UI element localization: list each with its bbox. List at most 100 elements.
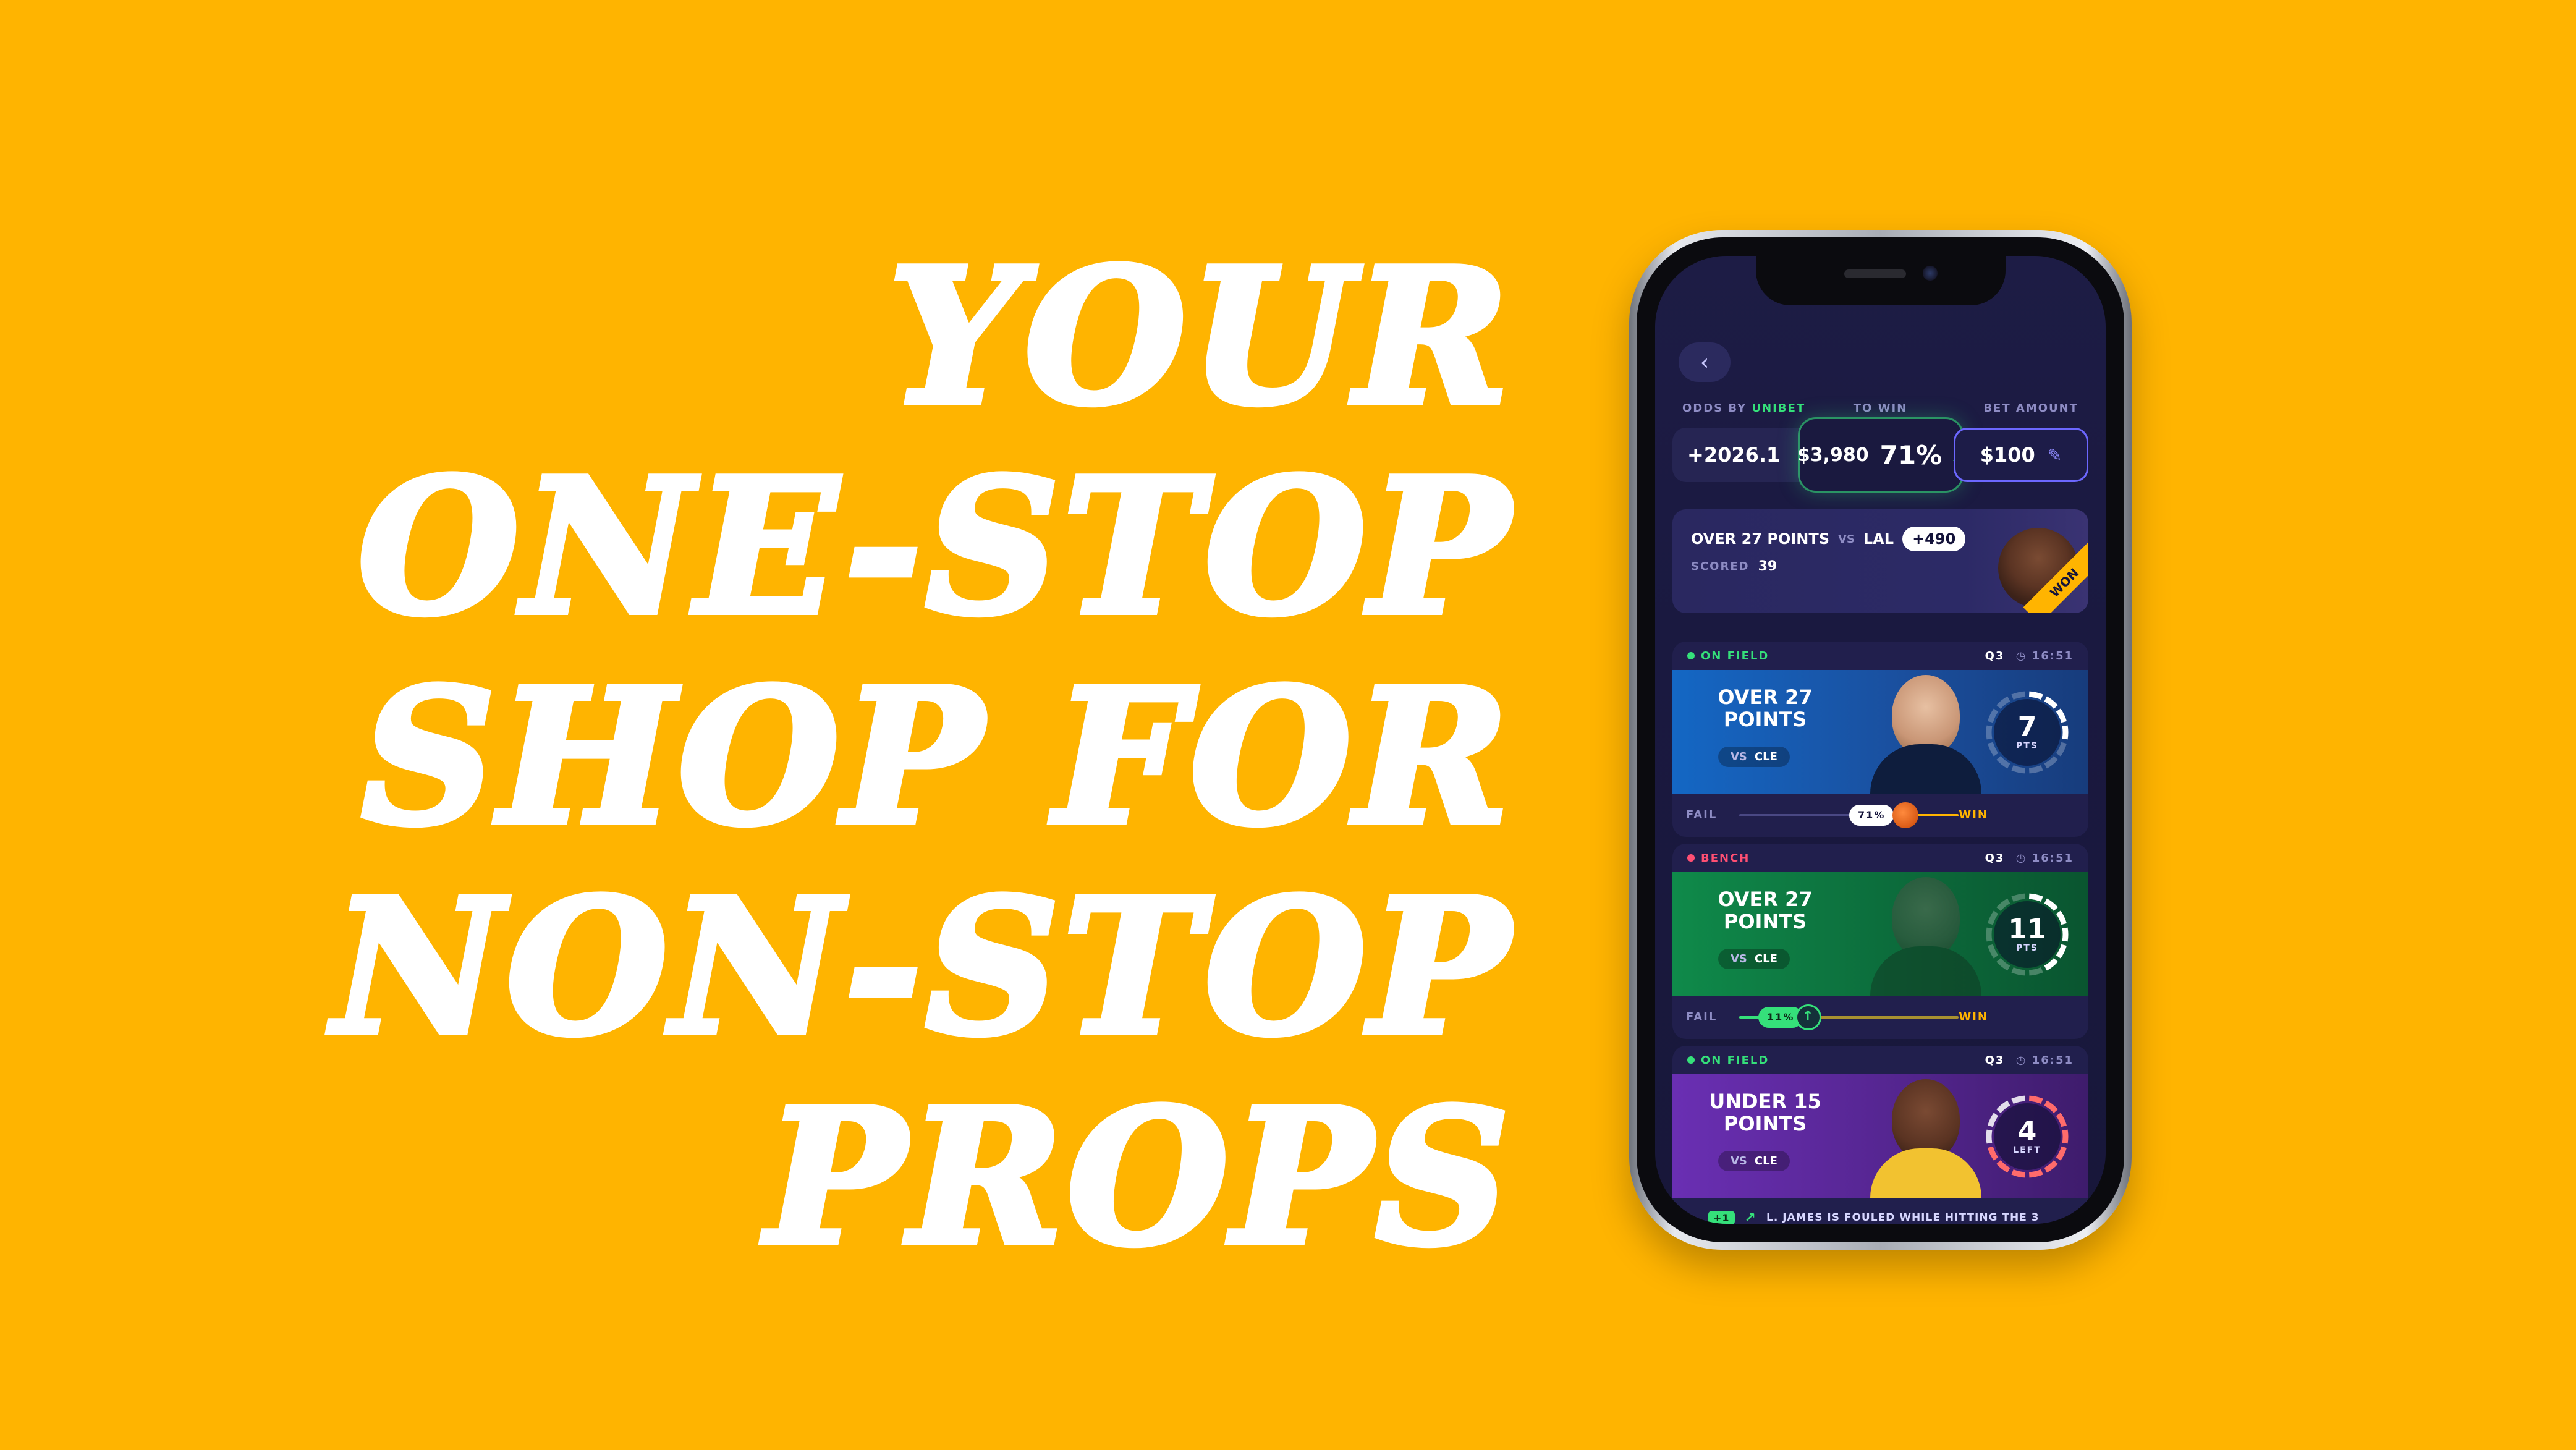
gauge-value: 11: [2008, 914, 2046, 945]
status-dot: [1687, 652, 1695, 659]
clock-icon: ◷: [2015, 1053, 2027, 1067]
prop-title-line-1: OVER 27: [1718, 888, 1813, 911]
vs-label: VS: [1731, 1155, 1747, 1168]
time-label: 16:51: [2032, 1053, 2074, 1067]
points-gauge: 7 PTS: [1982, 687, 2072, 778]
points-gauge: 11 PTS: [1982, 889, 2072, 980]
prop-title-line-2: POINTS: [1723, 910, 1807, 933]
prop-card[interactable]: ON FIELD Q3 ◷ 16:51 UNDER 15 POINTS VS C…: [1672, 1046, 2088, 1224]
headline-line-2: ONE-STOP: [355, 438, 1513, 656]
status-label: ON FIELD: [1701, 1053, 1769, 1067]
status-label: ON FIELD: [1701, 649, 1769, 663]
vs-label: VS: [1731, 952, 1747, 965]
to-win-amount: $3,980: [1797, 444, 1869, 466]
player-head: [1892, 675, 1960, 755]
player-jersey: [1870, 1148, 1981, 1198]
player-photo: [1864, 872, 1988, 996]
odds-label-prefix: ODDS BY: [1682, 402, 1747, 415]
prop-title: UNDER 15 POINTS: [1703, 1090, 1827, 1135]
prop-title: OVER 27 POINTS: [1703, 686, 1827, 731]
prop-title-line-2: POINTS: [1723, 1112, 1807, 1135]
phone-screen: ‹ ODDS BY UNIBET TO WIN BET AMOUNT +2026…: [1655, 256, 2106, 1224]
opponent-label: CLE: [1754, 750, 1777, 763]
won-prop-card[interactable]: OVER 27 POINTS VS LAL +490 SCORED 39 WON: [1672, 509, 2088, 613]
opponent-pill: VS CLE: [1718, 747, 1790, 767]
prop-card-header: ON FIELD Q3 ◷ 16:51: [1672, 642, 2088, 670]
win-label: WIN: [1959, 1011, 1988, 1024]
gauge-readout: 11 PTS: [1982, 889, 2072, 980]
status-dot: [1687, 854, 1695, 862]
period-label: Q3: [1985, 649, 2005, 663]
clock-icon: ◷: [2015, 851, 2027, 865]
status-label: BENCH: [1701, 851, 1750, 865]
gauge-unit: PTS: [2016, 943, 2038, 953]
prop-title-line-2: POINTS: [1723, 708, 1807, 731]
probability-pill: 71%: [1849, 805, 1894, 826]
gauge-unit: LEFT: [2013, 1145, 2041, 1155]
player-head: [1892, 1079, 1960, 1160]
player-head: [1892, 877, 1960, 957]
chevron-left-icon: ‹: [1700, 349, 1710, 375]
time-label: 16:51: [2032, 851, 2074, 865]
to-win-percent: 71%: [1879, 439, 1943, 470]
game-clock: Q3 ◷ 16:51: [1985, 1054, 2074, 1067]
phone-notch: [1755, 256, 2006, 305]
odds-header-labels: ODDS BY UNIBET TO WIN BET AMOUNT: [1682, 402, 2078, 415]
clock-icon: ◷: [2015, 649, 2027, 663]
gauge-value: 7: [2017, 711, 2037, 743]
headline-line-4: NON-STOP: [330, 858, 1513, 1076]
player-jersey: [1870, 744, 1981, 794]
opponent-label: CLE: [1754, 1155, 1777, 1168]
feed-tag: +1: [1708, 1210, 1735, 1224]
odds-label: ODDS BY UNIBET: [1682, 402, 1805, 415]
game-clock: Q3 ◷ 16:51: [1985, 852, 2074, 865]
prop-title-line-1: OVER 27: [1718, 685, 1813, 709]
prop-card-header: ON FIELD Q3 ◷ 16:51: [1672, 1046, 2088, 1074]
odds-brand: UNIBET: [1752, 402, 1806, 415]
fail-label: FAIL: [1686, 1011, 1718, 1024]
prop-card-body: OVER 27 POINTS VS CLE 11 PTS: [1672, 872, 2088, 996]
headline-line-1: YOUR: [886, 227, 1513, 446]
arrow-up-icon: ↑: [1795, 1004, 1822, 1030]
vs-label: VS: [1731, 750, 1747, 763]
prop-card[interactable]: BENCH Q3 ◷ 16:51 OVER 27 POINTS VS CLE 1…: [1672, 844, 2088, 1039]
headline-line-3: SHOP FOR: [358, 648, 1513, 866]
to-win-label: TO WIN: [1853, 402, 1908, 415]
prop-card-body: OVER 27 POINTS VS CLE 7 PTS: [1672, 670, 2088, 794]
won-vs-label: VS: [1837, 532, 1855, 546]
phone-frame: ‹ ODDS BY UNIBET TO WIN BET AMOUNT +2026…: [1629, 230, 2132, 1250]
win-label: WIN: [1959, 808, 1988, 821]
player-status: BENCH: [1687, 852, 1750, 865]
probability-track: FAIL 71% WIN: [1672, 794, 2088, 837]
scored-label: SCORED: [1691, 560, 1750, 573]
player-status: ON FIELD: [1687, 1054, 1769, 1067]
period-label: Q3: [1985, 1053, 2005, 1067]
period-label: Q3: [1985, 851, 2005, 865]
trend-up-icon: ↗: [1744, 1210, 1756, 1224]
headline: YOUR ONE-STOP SHOP FOR NON-STOP PROPS: [330, 227, 1513, 1286]
won-odds-badge: +490: [1902, 527, 1966, 551]
bet-amount-field[interactable]: $100 ✎: [1954, 428, 2088, 482]
probability-track: FAIL 11% ↑ WIN: [1672, 996, 2088, 1039]
player-photo: [1864, 670, 1988, 794]
prop-card[interactable]: ON FIELD Q3 ◷ 16:51 OVER 27 POINTS VS CL…: [1672, 642, 2088, 837]
odds-value: +2026.1: [1687, 443, 1781, 467]
prop-card-header: BENCH Q3 ◷ 16:51: [1672, 844, 2088, 872]
odds-bar: +2026.1 $3,980 71% ▲ $100 ✎: [1672, 419, 2088, 491]
points-gauge: 4 LEFT: [1982, 1092, 2072, 1182]
play-feed: +1 ↗ L. JAMES IS FOULED WHILE HITTING TH…: [1672, 1198, 2088, 1224]
pencil-icon: ✎: [2047, 444, 2062, 465]
bet-amount-label: BET AMOUNT: [1983, 402, 2078, 415]
front-camera: [1922, 266, 1938, 281]
status-dot: [1687, 1056, 1695, 1064]
basketball-icon: [1892, 802, 1919, 828]
back-button[interactable]: ‹: [1679, 342, 1731, 382]
player-jersey: [1870, 946, 1981, 996]
won-opponent: LAL: [1863, 530, 1894, 548]
prop-title-line-1: UNDER 15: [1709, 1090, 1821, 1113]
gauge-readout: 4 LEFT: [1982, 1092, 2072, 1182]
feed-text: L. JAMES IS FOULED WHILE HITTING THE 3: [1766, 1211, 2040, 1224]
bet-amount-value: $100: [1980, 443, 2035, 467]
opponent-pill: VS CLE: [1718, 1151, 1790, 1171]
player-photo: [1864, 1074, 1988, 1198]
